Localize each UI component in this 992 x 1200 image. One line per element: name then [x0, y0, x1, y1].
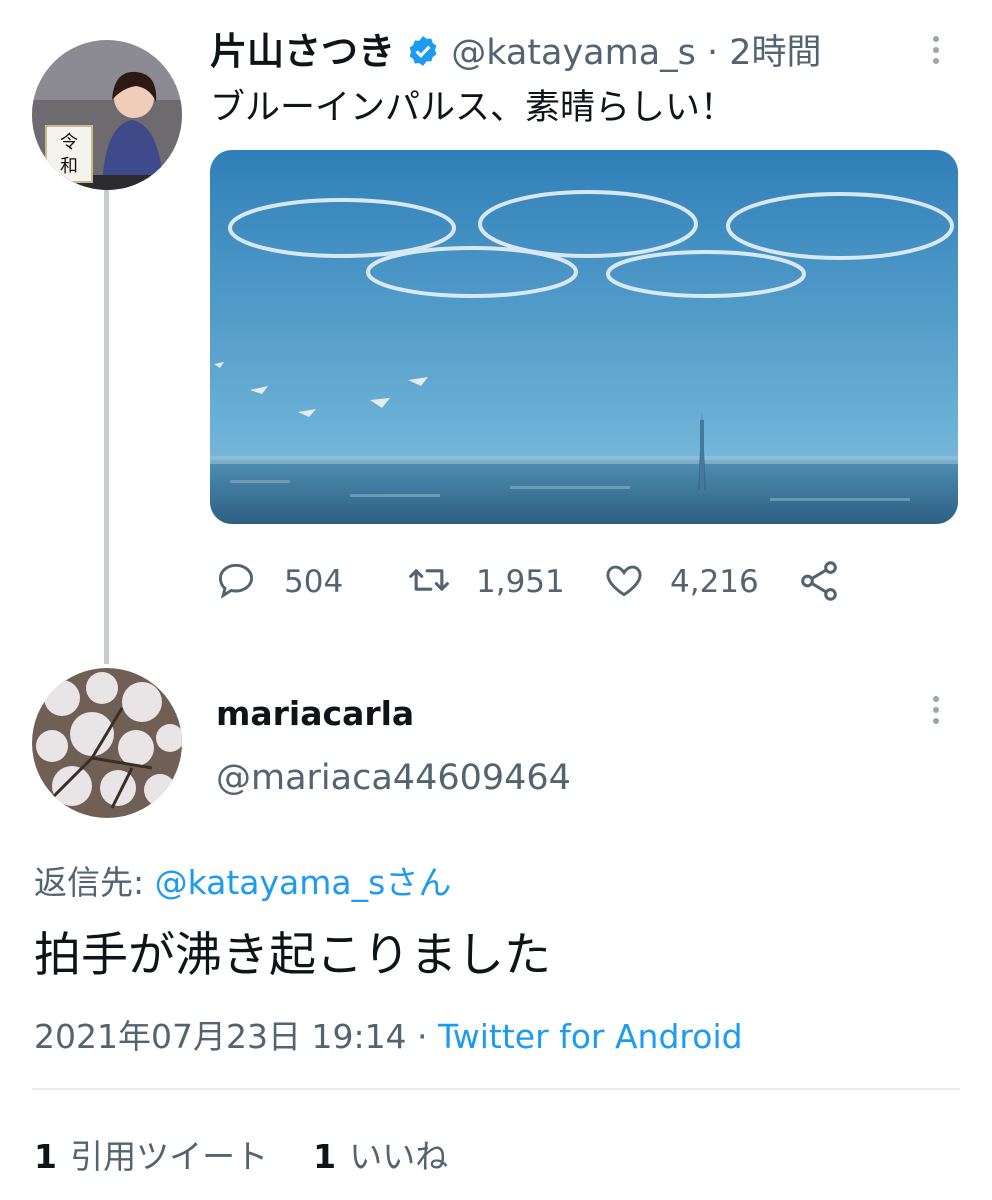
client-link[interactable]: Twitter for Android: [438, 1017, 743, 1056]
avatar-label-top: 令: [60, 132, 78, 153]
likes-count: 1: [313, 1137, 337, 1176]
thread-connector-line: [104, 190, 109, 664]
timestamp[interactable]: 2021年07月23日 19:14 ·: [34, 1017, 438, 1056]
author-handle[interactable]: @katayama_s: [451, 33, 696, 73]
more-icon[interactable]: [930, 36, 942, 69]
timestamp-line: 2021年07月23日 19:14 · Twitter for Android: [34, 1010, 743, 1058]
retweet-icon: [404, 558, 454, 606]
verified-badge-icon: [406, 34, 440, 72]
share-icon[interactable]: [796, 558, 842, 608]
meta-separator: ·: [707, 33, 719, 73]
tweet-time[interactable]: 2時間: [729, 33, 821, 73]
reply-icon: [214, 558, 258, 606]
reply-to-prefix: 返信先:: [34, 863, 155, 902]
tweet-header: 片山さつき @katayama_s · 2時間: [210, 30, 910, 76]
reply-more-icon[interactable]: [930, 696, 942, 729]
like-icon: [602, 558, 646, 606]
quote-count: 1: [34, 1137, 57, 1176]
reply-author-handle[interactable]: @mariaca44609464: [216, 758, 571, 798]
reply-count: 504: [284, 564, 344, 600]
reply-text: 拍手が沸き起こりました: [34, 928, 551, 983]
quote-tweets-stat[interactable]: 1 引用ツイート: [34, 1137, 273, 1176]
reply-to-line: 返信先: @katayama_sさん: [34, 856, 451, 904]
reply-to-handle-link[interactable]: @katayama_sさん: [155, 863, 452, 902]
author-avatar[interactable]: 令 和: [32, 40, 182, 190]
like-button[interactable]: 4,216: [602, 560, 759, 604]
stats-row: 1 引用ツイート 1 いいね: [34, 1130, 448, 1178]
reply-button[interactable]: 504: [214, 560, 343, 604]
like-count: 4,216: [670, 564, 759, 600]
quote-label: 引用ツイート: [70, 1137, 269, 1176]
tweet-text: ブルーインパルス、素晴らしい！: [210, 88, 736, 128]
reply-author-name[interactable]: mariacarla: [216, 692, 414, 736]
reply-author-avatar[interactable]: [32, 668, 182, 818]
likes-label: いいね: [349, 1137, 449, 1176]
author-name[interactable]: 片山さつき: [210, 30, 395, 73]
retweet-count: 1,951: [476, 564, 565, 600]
divider: [32, 1088, 960, 1090]
tweet-media-image[interactable]: [210, 150, 958, 524]
retweet-button[interactable]: 1,951: [404, 560, 565, 604]
avatar-label-bottom: 和: [60, 156, 78, 177]
likes-stat[interactable]: 1 いいね: [313, 1137, 448, 1176]
